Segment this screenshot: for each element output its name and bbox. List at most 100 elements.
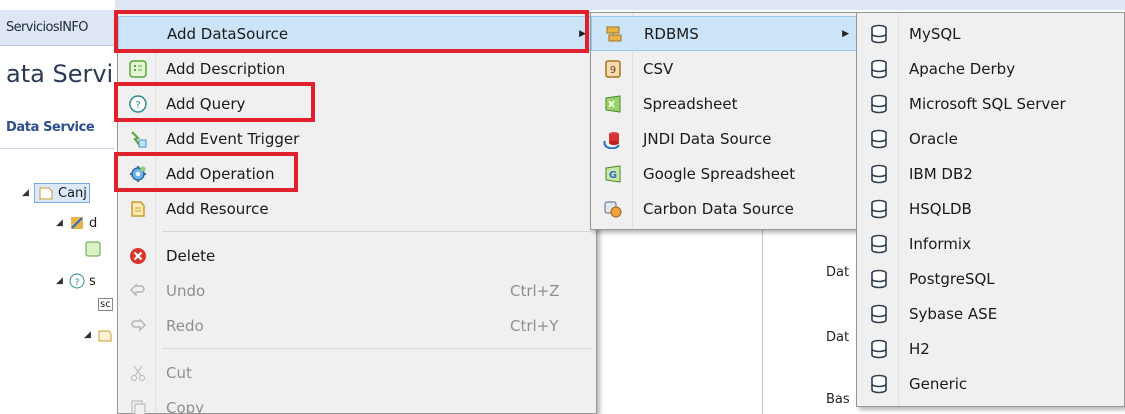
menu-item-label: JNDI Data Source — [643, 129, 772, 148]
menu-item-label: Redo — [166, 316, 204, 335]
svg-text:9: 9 — [610, 65, 616, 76]
submenu-item-rdbms-option[interactable]: Microsoft SQL Server — [857, 86, 1124, 121]
menu-item-cut[interactable]: Cut — [118, 355, 596, 390]
query-icon: ? — [69, 273, 85, 289]
submenu-item-rdbms-option[interactable]: H2 — [857, 331, 1124, 366]
tree-node-datasource[interactable]: ◢ d — [56, 214, 97, 232]
undo-icon — [128, 281, 148, 301]
page-title: ata Servi — [6, 60, 114, 88]
data-service-tab[interactable]: Data Service — [6, 120, 95, 135]
menu-item-label: Copy — [166, 398, 205, 414]
expand-triangle-icon[interactable]: ◢ — [84, 330, 96, 340]
annotation-box-add-query — [114, 82, 315, 122]
context-menu: Add DataSource ▶ Add Description ? Add Q… — [117, 12, 597, 414]
menu-item-label: MySQL — [909, 24, 961, 43]
svg-text:?: ? — [75, 278, 80, 288]
toolbar-strip — [595, 0, 1125, 10]
tree-node-selection: Canj — [34, 183, 90, 203]
submenu-item-rdbms-option[interactable]: Sybase ASE — [857, 296, 1124, 331]
menu-item-add-event-trigger[interactable]: Add Event Trigger — [118, 121, 596, 156]
spreadsheet-icon — [603, 94, 623, 114]
tree-node-sql[interactable]: sc — [98, 298, 113, 311]
form-label: Dat — [826, 265, 850, 280]
menu-item-label: CSV — [643, 59, 674, 78]
menu-item-add-resource[interactable]: Add Resource — [118, 191, 596, 226]
annotation-box-add-datasource — [114, 10, 589, 53]
menu-item-label: Sybase ASE — [909, 304, 998, 323]
expand-triangle-icon[interactable]: ◢ — [56, 276, 68, 286]
menu-item-label: H2 — [909, 339, 930, 358]
menu-item-label: Informix — [909, 234, 971, 253]
tree-node-label: d — [89, 215, 98, 231]
menu-item-label: Add Event Trigger — [166, 129, 300, 148]
tree-node-query[interactable]: ◢ ? s — [56, 272, 96, 290]
menu-item-label: PostgreSQL — [909, 269, 995, 288]
menu-item-add-description[interactable]: Add Description — [118, 51, 596, 86]
tree-node-description[interactable] — [84, 240, 102, 258]
submenu-item-rdbms-option[interactable]: HSQLDB — [857, 191, 1124, 226]
submenu-item-carbon-datasource[interactable]: Carbon Data Source — [591, 191, 859, 226]
menu-item-redo[interactable]: Redo Ctrl+Y — [118, 308, 596, 343]
submenu-item-rdbms-option[interactable]: Informix — [857, 226, 1124, 261]
expand-triangle-icon[interactable]: ◢ — [56, 218, 68, 228]
expand-triangle-icon[interactable]: ◢ — [22, 188, 34, 198]
menu-item-label: RDBMS — [644, 24, 699, 43]
menu-separator — [162, 231, 592, 232]
menu-item-label: Add Resource — [166, 199, 269, 218]
event-trigger-icon — [128, 129, 148, 149]
menu-item-shortcut: Ctrl+Y — [510, 316, 559, 335]
menu-item-label: Apache Derby — [909, 59, 1016, 78]
sql-node-label: sc — [98, 298, 113, 311]
menu-item-copy[interactable]: Copy — [118, 390, 596, 414]
datasource-submenu: RDBMS ▶ 9 CSV Spreadsheet JNDI Data Sour… — [590, 12, 860, 230]
menu-item-label: Cut — [166, 363, 192, 382]
menu-item-label: Generic — [909, 374, 968, 393]
google-spreadsheet-icon: G — [603, 164, 623, 184]
submenu-item-spreadsheet[interactable]: Spreadsheet — [591, 86, 859, 121]
svg-text:G: G — [609, 170, 617, 181]
submenu-item-google-spreadsheet[interactable]: G Google Spreadsheet — [591, 156, 859, 191]
menu-item-shortcut: Ctrl+Z — [510, 281, 560, 300]
submenu-item-rdbms-option[interactable]: Apache Derby — [857, 51, 1124, 86]
carbon-datasource-icon — [603, 199, 623, 219]
rdbms-submenu: MySQL Apache Derby Microsoft SQL Server Ora… — [856, 12, 1125, 407]
editor-tab-label: ServiciosINFO — [6, 20, 88, 35]
datasource-icon — [71, 217, 83, 229]
database-icon — [869, 374, 889, 394]
tree-node-root[interactable]: ◢ Canj — [22, 183, 90, 203]
submenu-arrow-icon: ▶ — [842, 28, 849, 39]
tree-node-operation[interactable]: ◢ — [84, 326, 114, 344]
database-icon — [869, 199, 889, 219]
submenu-item-rdbms-option[interactable]: IBM DB2 — [857, 156, 1124, 191]
menu-item-delete[interactable]: Delete — [118, 238, 596, 273]
menu-item-label: Google Spreadsheet — [643, 164, 796, 183]
submenu-item-rdbms-option[interactable]: PostgreSQL — [857, 261, 1124, 296]
database-icon — [869, 24, 889, 44]
menu-item-label: Oracle — [909, 129, 958, 148]
menu-item-label: Spreadsheet — [643, 94, 738, 113]
database-icon — [869, 269, 889, 289]
annotation-box-add-operation — [114, 152, 298, 192]
submenu-item-rdbms-option[interactable]: MySQL — [857, 16, 1124, 51]
submenu-item-jndi[interactable]: JNDI Data Source — [591, 121, 859, 156]
jndi-icon — [603, 129, 623, 149]
menu-item-undo[interactable]: Undo Ctrl+Z — [118, 273, 596, 308]
tree-node-label: Canj — [58, 185, 87, 201]
form-label: Bas — [826, 392, 850, 407]
submenu-item-rdbms-option[interactable]: Oracle — [857, 121, 1124, 156]
redo-icon — [128, 316, 148, 336]
rdbms-icon — [604, 24, 624, 44]
submenu-item-rdbms-option[interactable]: Generic — [857, 366, 1124, 401]
cut-icon — [128, 363, 148, 383]
csv-icon: 9 — [603, 59, 623, 79]
menu-item-label: Microsoft SQL Server — [909, 94, 1066, 113]
menu-item-label: HSQLDB — [909, 199, 972, 218]
database-icon — [869, 339, 889, 359]
submenu-item-rdbms[interactable]: RDBMS ▶ — [591, 16, 859, 51]
database-icon — [869, 59, 889, 79]
copy-icon — [128, 398, 148, 414]
operation-icon — [98, 330, 112, 342]
menu-separator — [162, 348, 592, 349]
subtab-divider — [0, 148, 115, 149]
submenu-item-csv[interactable]: 9 CSV — [591, 51, 859, 86]
